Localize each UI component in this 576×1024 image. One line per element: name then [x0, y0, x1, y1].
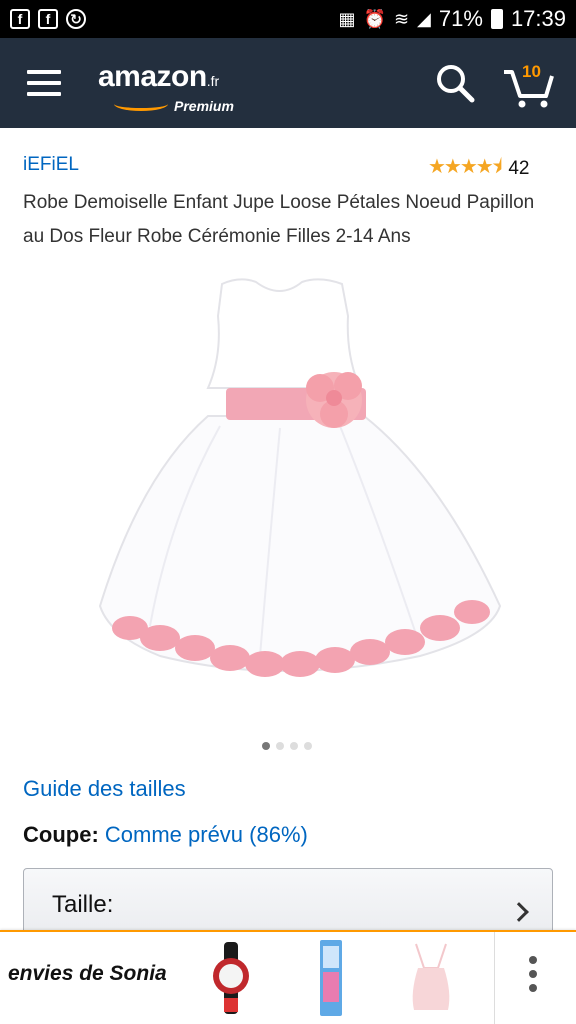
size-guide-link[interactable]: Guide des tailles — [23, 776, 186, 802]
watch-thumbnail[interactable] — [196, 938, 266, 1018]
fit-info: Coupe: Comme prévu (86%) — [23, 822, 308, 848]
pagination-dot[interactable] — [304, 742, 312, 750]
menu-icon[interactable] — [27, 70, 61, 96]
recommendations-title[interactable]: envies de Sonia — [8, 962, 167, 986]
fit-value-link[interactable]: Comme prévu (86%) — [105, 822, 308, 847]
logo-text: amazon — [98, 60, 207, 93]
sync-icon: ↻ — [66, 9, 86, 29]
app-header: amazon.fr Premium 10 — [0, 38, 576, 128]
star-rating-icon: ★★★★⯨ — [428, 156, 502, 178]
logo-smile — [114, 97, 168, 111]
facebook-icon: f — [38, 9, 58, 29]
signal-icon: ◢ — [417, 8, 431, 29]
wifi-icon: ≋ — [393, 8, 410, 29]
size-label: Taille: — [52, 891, 114, 918]
nfc-icon: ▦ — [338, 8, 356, 29]
battery-percent: 71% — [438, 6, 483, 31]
logo-premium: Premium — [174, 98, 234, 114]
clock: 17:39 — [510, 6, 566, 31]
amazon-logo[interactable]: amazon.fr Premium — [98, 60, 234, 114]
brand-link[interactable]: iEFiEL — [23, 154, 79, 176]
pajama-thumbnail[interactable] — [396, 938, 466, 1018]
product-image[interactable] — [80, 276, 510, 704]
status-left: f f ↻ — [10, 9, 86, 29]
battery-icon — [490, 9, 503, 29]
facebook-icon: f — [10, 9, 30, 29]
fit-label: Coupe: — [23, 822, 99, 847]
more-panel[interactable] — [494, 932, 576, 1024]
pagination-dot[interactable] — [262, 742, 270, 750]
chevron-right-icon — [509, 902, 529, 922]
product-title: Robe Demoiselle Enfant Jupe Loose Pétale… — [23, 192, 535, 247]
status-right: ▦ ⏰ ≋ ◢ 71% 17:39 — [339, 6, 566, 32]
pagination-dot[interactable] — [276, 742, 284, 750]
recommendations-bar: envies de Sonia — [0, 930, 576, 1024]
search-icon[interactable] — [434, 62, 478, 106]
pagination-dot[interactable] — [290, 742, 298, 750]
cart-count: 10 — [522, 62, 541, 81]
status-bar: f f ↻ ▦ ⏰ ≋ ◢ 71% 17:39 — [0, 0, 576, 38]
rating[interactable]: ★★★★⯨ 42 — [428, 152, 529, 186]
rating-count: 42 — [508, 158, 530, 179]
cart-button[interactable]: 10 — [500, 60, 556, 110]
alarm-icon: ⏰ — [363, 8, 386, 29]
toothbrush-thumbnail[interactable] — [296, 938, 366, 1018]
logo-tld: .fr — [206, 73, 220, 89]
image-pagination[interactable] — [262, 742, 312, 750]
more-options-icon[interactable] — [529, 956, 537, 992]
